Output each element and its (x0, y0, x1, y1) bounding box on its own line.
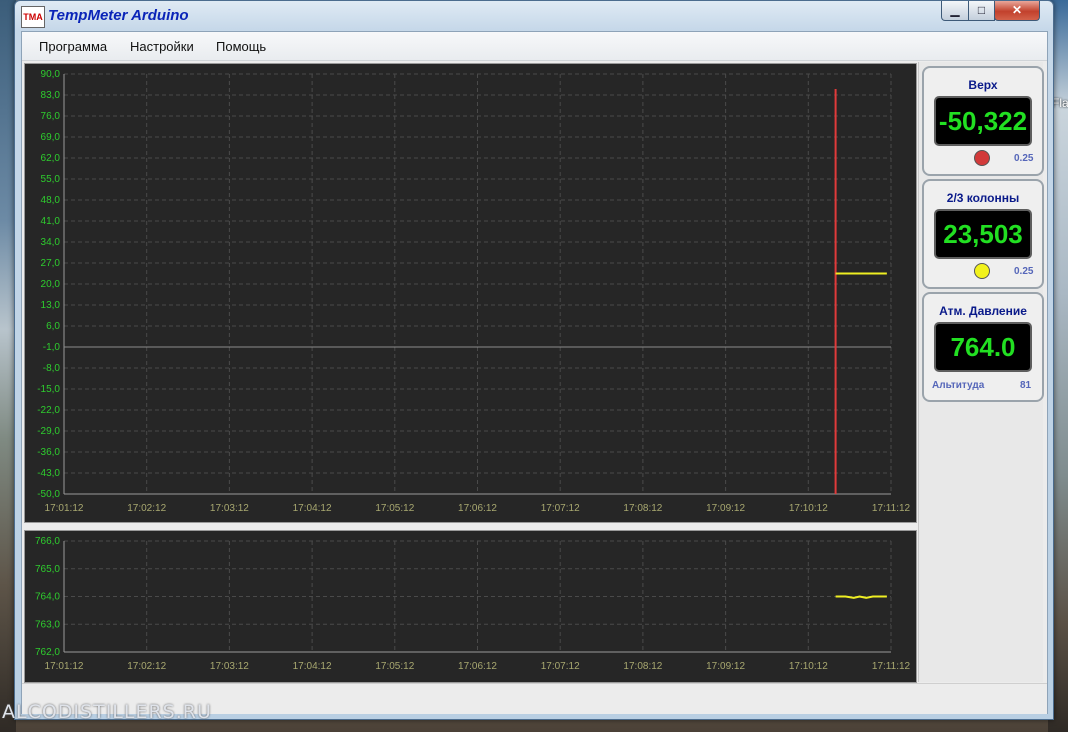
menu-item-program[interactable]: Программа (39, 39, 107, 54)
x-tick-label: 17:10:12 (789, 503, 828, 514)
y-tick-label: 6,0 (46, 321, 60, 332)
x-tick-label: 17:04:12 (293, 661, 332, 672)
desktop-icon-label[interactable]: Fla (1052, 96, 1068, 110)
menu-item-settings[interactable]: Настройки (130, 39, 194, 54)
y-tick-label: 762,0 (35, 647, 60, 658)
pressure-chart[interactable]: 766,0 765,0 764,0 763,0 762,0 17:01:12 17:02:1… (24, 530, 917, 683)
y-tick-label: 34,0 (41, 237, 61, 248)
gauge-value-display: -50,322 (934, 96, 1032, 146)
status-indicator-icon (974, 263, 990, 279)
window-title: TempMeter Arduino (48, 7, 189, 24)
y-tick-label: 41,0 (41, 216, 61, 227)
series-line-yellow (835, 595, 887, 599)
gauge-card-pressure: Атм. Давление 764.0 Альтитуда 81 (922, 292, 1044, 402)
x-tick-label: 17:09:12 (706, 661, 745, 672)
x-tick-label: 17:06:12 (458, 661, 497, 672)
y-tick-label: -8,0 (43, 363, 61, 374)
client-area: Программа Настройки Помощь 90,0 83,0 76,0 6… (21, 31, 1048, 714)
gauge-value-display: 764.0 (934, 322, 1032, 372)
x-tick-label: 17:02:12 (127, 661, 166, 672)
x-tick-label: 17:01:12 (45, 503, 84, 514)
y-tick-label: 62,0 (41, 153, 61, 164)
y-tick-label: 764,0 (35, 592, 60, 603)
x-tick-label: 17:03:12 (210, 503, 249, 514)
x-tick-label: 17:09:12 (706, 503, 745, 514)
pressure-chart-svg: 766,0 765,0 764,0 763,0 762,0 17:01:12 17:02:1… (35, 536, 911, 672)
y-tick-label: 69,0 (41, 132, 61, 143)
x-tick-label: 17:08:12 (623, 503, 662, 514)
x-tick-label: 17:05:12 (375, 503, 414, 514)
y-tick-label: 48,0 (41, 195, 61, 206)
x-tick-label: 17:11:12 (872, 661, 911, 672)
y-tick-label: 20,0 (41, 279, 61, 290)
gauge-title: 2/3 колонны (946, 191, 1020, 205)
status-indicator-icon (974, 150, 990, 166)
title-bar[interactable]: TMA TempMeter Arduino ▁ □ ✕ (15, 1, 1053, 31)
y-tick-label: -36,0 (37, 447, 60, 458)
y-tick-label: 76,0 (41, 111, 61, 122)
app-icon: TMA (21, 6, 45, 28)
gauge-title: Верх (968, 78, 998, 92)
y-tick-label: 766,0 (35, 536, 60, 547)
temperature-chart[interactable]: 90,0 83,0 76,0 69,0 62,0 55,0 48,0 41,0 34,0 27,0… (24, 63, 917, 523)
x-tick-label: 17:04:12 (293, 503, 332, 514)
x-tick-label: 17:06:12 (458, 503, 497, 514)
x-tick-label: 17:08:12 (623, 661, 662, 672)
y-tick-label: 763,0 (35, 619, 60, 630)
gauge-title: Атм. Давление (939, 304, 1027, 318)
minimize-button[interactable]: ▁ (941, 1, 969, 21)
x-tick-label: 17:11:12 (872, 503, 911, 514)
altitude-value: 81 (1020, 380, 1032, 391)
gauge-card-top: Верх -50,322 0.25 (922, 66, 1044, 176)
menu-item-help[interactable]: Помощь (216, 39, 266, 54)
y-tick-label: 90,0 (41, 69, 61, 80)
y-tick-label: 765,0 (35, 564, 60, 575)
y-tick-label: -50,0 (37, 489, 60, 500)
y-tick-label: 27,0 (41, 258, 61, 269)
x-tick-label: 17:03:12 (210, 661, 249, 672)
x-tick-label: 17:10:12 (789, 661, 828, 672)
side-panel: Верх -50,322 0.25 2/3 колонны 23,503 0.2… (918, 62, 1044, 682)
y-tick-label: -22,0 (37, 405, 60, 416)
y-tick-label: -29,0 (37, 426, 60, 437)
y-tick-label: -43,0 (37, 468, 60, 479)
close-button[interactable]: ✕ (994, 1, 1040, 21)
maximize-button[interactable]: □ (968, 1, 995, 21)
x-tick-label: 17:07:12 (541, 661, 580, 672)
gauge-value-display: 23,503 (934, 209, 1032, 259)
x-tick-label: 17:05:12 (375, 661, 414, 672)
y-tick-label: 55,0 (41, 174, 61, 185)
altitude-label: Альтитуда (932, 380, 985, 391)
gauge-step-value: 0.25 (1014, 153, 1034, 164)
y-tick-label: -15,0 (37, 384, 60, 395)
y-tick-label: -1,0 (43, 342, 61, 353)
app-window: TMA TempMeter Arduino ▁ □ ✕ Программа На… (14, 0, 1054, 720)
temperature-chart-svg: 90,0 83,0 76,0 69,0 62,0 55,0 48,0 41,0 34,0 27,0… (37, 69, 911, 514)
gauge-card-column: 2/3 колонны 23,503 0.25 (922, 179, 1044, 289)
y-tick-label: 83,0 (41, 90, 61, 101)
watermark-text: ALCODISTILLERS.RU (2, 701, 212, 723)
menu-bar: Программа Настройки Помощь (22, 32, 1047, 61)
x-tick-label: 17:01:12 (45, 661, 84, 672)
y-tick-label: 13,0 (41, 300, 61, 311)
gauge-step-value: 0.25 (1014, 266, 1034, 277)
x-tick-label: 17:07:12 (541, 503, 580, 514)
x-tick-label: 17:02:12 (127, 503, 166, 514)
